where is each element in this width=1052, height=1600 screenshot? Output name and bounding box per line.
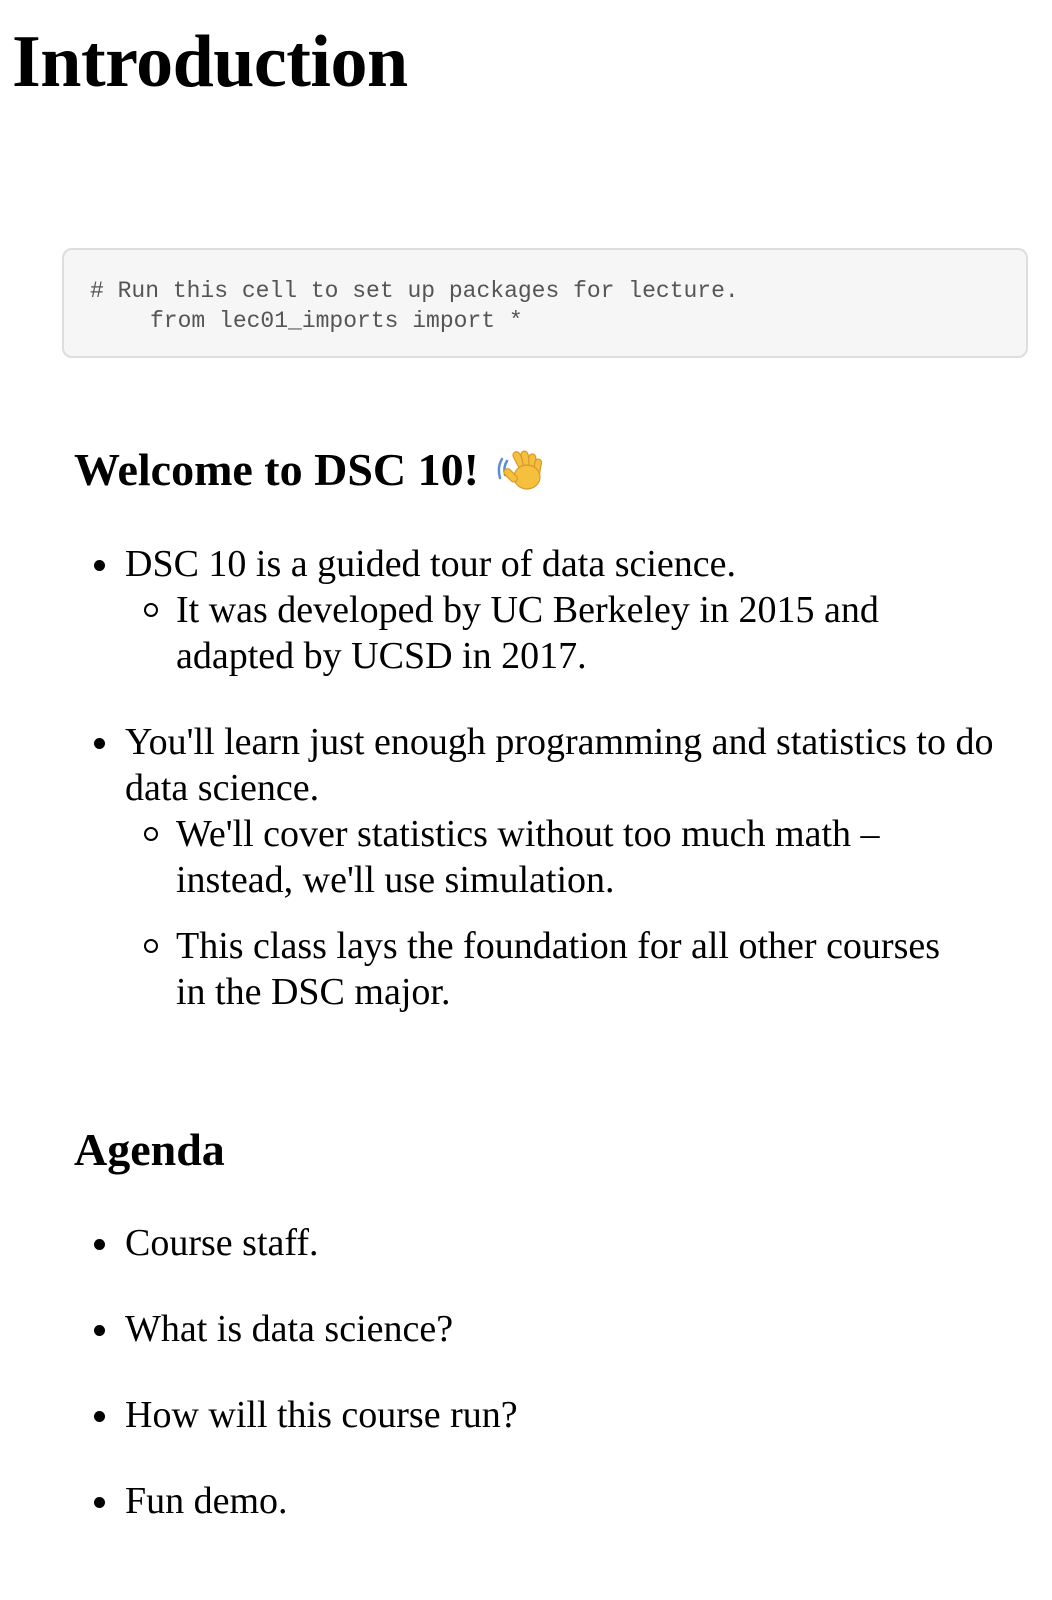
sub-list: We'll cover statistics without too much … <box>125 811 1005 1015</box>
list-item: Fun demo. <box>0 1478 1005 1524</box>
agenda-list: Course staff. What is data science? How … <box>0 1220 1005 1524</box>
list-item-text: You'll learn just enough programming and… <box>125 721 994 809</box>
sub-list-item: We'll cover statistics without too much … <box>125 811 956 903</box>
code-cell[interactable]: # Run this cell to set up packages for l… <box>62 248 1028 358</box>
list-item: What is data science? <box>0 1306 1005 1352</box>
page-title: Introduction <box>12 21 408 103</box>
welcome-list: DSC 10 is a guided tour of data science.… <box>0 541 1005 1015</box>
sub-list-item: This class lays the foundation for all o… <box>125 923 956 1015</box>
welcome-heading-text: Welcome to DSC 10! <box>74 444 479 495</box>
sub-list-item: It was developed by UC Berkeley in 2015 … <box>125 587 956 679</box>
welcome-heading: Welcome to DSC 10! <box>74 440 547 500</box>
waving-hand-icon <box>497 445 547 495</box>
list-item: You'll learn just enough programming and… <box>0 719 1005 1015</box>
list-item-text: DSC 10 is a guided tour of data science. <box>125 543 737 585</box>
code-comment-line: # Run this cell to set up packages for l… <box>90 278 739 304</box>
list-item: How will this course run? <box>0 1392 1005 1438</box>
code-import-line: from lec01_imports import * <box>150 308 523 334</box>
list-item: Course staff. <box>0 1220 1005 1266</box>
agenda-heading: Agenda <box>74 1124 225 1175</box>
list-item: DSC 10 is a guided tour of data science.… <box>0 541 1005 679</box>
sub-list: It was developed by UC Berkeley in 2015 … <box>125 587 1005 679</box>
